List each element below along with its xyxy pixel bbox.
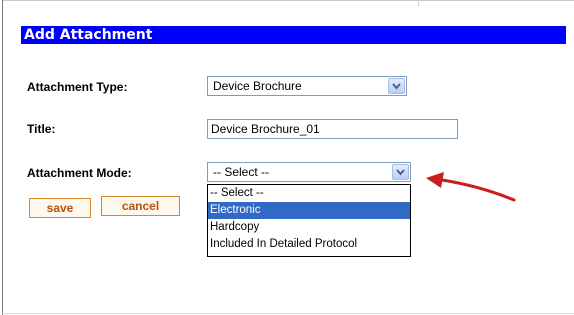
form-header: Add Attachment (21, 26, 566, 44)
chevron-down-icon[interactable] (388, 78, 405, 94)
attachment-type-select[interactable]: Device Brochure (207, 76, 407, 96)
cancel-button[interactable]: cancel (101, 196, 180, 216)
attachment-mode-dropdown-list: -- Select -- Electronic Hardcopy Include… (207, 184, 411, 257)
option-select[interactable]: -- Select -- (208, 185, 410, 202)
frame-top-border (2, 0, 574, 1)
title-label: Title: (27, 122, 56, 136)
frame-bottom-border (2, 313, 574, 314)
save-button[interactable]: save (29, 198, 91, 218)
frame-divider (418, 0, 419, 6)
attachment-mode-label: Attachment Mode: (27, 166, 132, 180)
option-included-in-detailed-protocol[interactable]: Included In Detailed Protocol (208, 236, 410, 253)
attachment-mode-value: -- Select -- (213, 165, 270, 179)
attachment-type-value: Device Brochure (213, 79, 302, 93)
option-electronic[interactable]: Electronic (208, 202, 410, 219)
attachment-mode-select[interactable]: -- Select -- (207, 162, 411, 182)
frame-left-border (2, 0, 3, 315)
option-hardcopy[interactable]: Hardcopy (208, 219, 410, 236)
red-arrow-icon (426, 172, 516, 202)
attachment-type-label: Attachment Type: (27, 80, 128, 94)
chevron-down-icon[interactable] (392, 164, 409, 180)
title-input[interactable]: Device Brochure_01 (207, 119, 458, 139)
